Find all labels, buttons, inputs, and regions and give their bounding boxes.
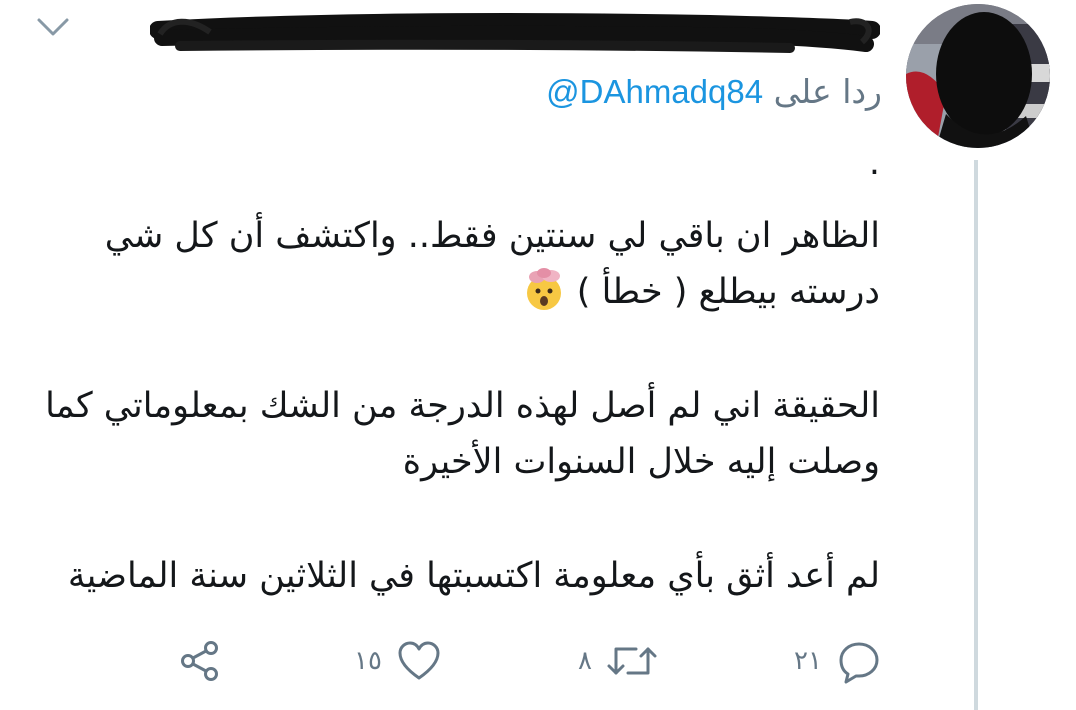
chevron-down-icon[interactable]	[36, 14, 70, 40]
tweet-paragraph-dot: .	[868, 143, 880, 183]
exploding-head-icon	[522, 267, 566, 311]
retweet-button[interactable]: ٨	[564, 636, 658, 686]
tweet-text: . الظاهر ان باقي لي سنتين فقط.. واكتشف أ…	[30, 138, 880, 662]
reply-button[interactable]: ٢١	[780, 636, 882, 686]
share-button[interactable]	[178, 636, 222, 686]
reply-count: ٢١	[794, 646, 822, 676]
reply-icon	[836, 638, 882, 684]
tweet-paragraph-2: الحقيقة اني لم أصل لهذه الدرجة من الشك ب…	[45, 386, 880, 482]
retweet-count: ٨	[578, 646, 592, 676]
avatar[interactable]	[906, 4, 1050, 148]
tweet-paragraph-3: لم أعد أثق بأي معلومة اكتسبتها في الثلاث…	[67, 556, 880, 596]
tweet-card: ردا على @DAhmadq84 . الظاهر ان باقي لي س…	[0, 0, 1076, 710]
heart-icon	[396, 640, 442, 682]
tweet-paragraph-1: الظاهر ان باقي لي سنتين فقط.. واكتشف أن …	[30, 208, 880, 320]
retweet-icon	[606, 639, 658, 683]
redacted-display-name	[149, 8, 881, 64]
reply-context: ردا على @DAhmadq84	[546, 72, 882, 112]
thread-line	[974, 160, 978, 710]
like-button[interactable]: ١٥	[340, 636, 442, 686]
reply-prefix: ردا على	[773, 72, 882, 111]
tweet-paragraph-1-text: الظاهر ان باقي لي سنتين فقط.. واكتشف أن …	[104, 216, 880, 312]
share-icon	[178, 639, 222, 683]
reply-handle-link[interactable]: @DAhmadq84	[546, 73, 763, 110]
like-count: ١٥	[354, 646, 382, 676]
tweet-actions: ٢١ ٨ ١٥	[0, 636, 1076, 686]
